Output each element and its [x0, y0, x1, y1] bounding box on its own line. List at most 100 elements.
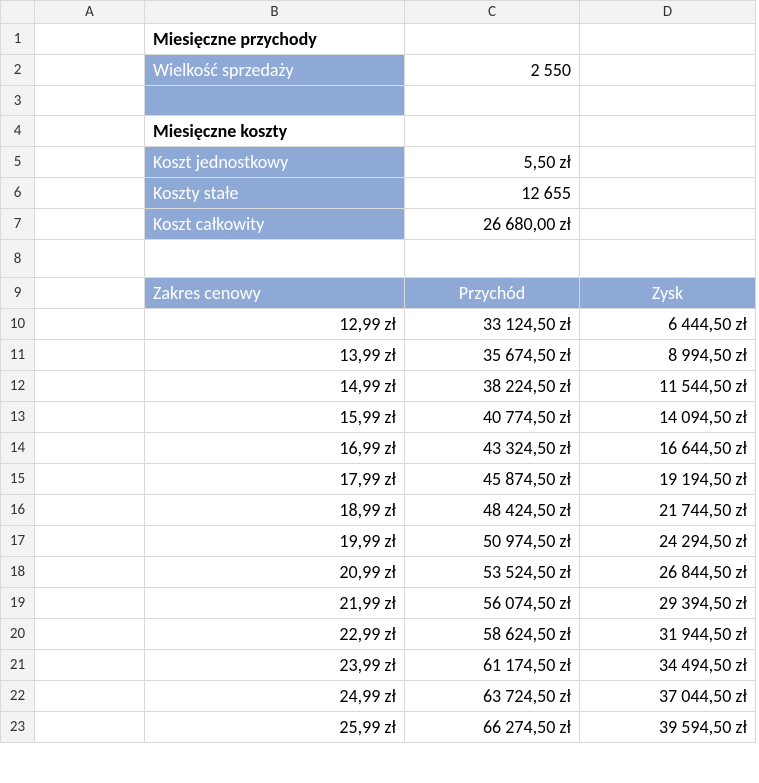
- cell-B2[interactable]: Wielkość sprzedaży: [145, 55, 405, 86]
- cell-D7[interactable]: [580, 209, 756, 240]
- cell-A12[interactable]: [35, 371, 145, 402]
- cell-B5[interactable]: Koszt jednostkowy: [145, 147, 405, 178]
- cell-A3[interactable]: [35, 86, 145, 116]
- cell-B21[interactable]: 23,99 zł: [145, 650, 405, 681]
- cell-C22[interactable]: 63 724,50 zł: [405, 681, 580, 712]
- row-header[interactable]: 15: [1, 464, 35, 495]
- cell-B7[interactable]: Koszt całkowity: [145, 209, 405, 240]
- row-header[interactable]: 3: [1, 86, 35, 116]
- cell-B17[interactable]: 19,99 zł: [145, 526, 405, 557]
- row-header[interactable]: 4: [1, 116, 35, 147]
- cell-C16[interactable]: 48 424,50 zł: [405, 495, 580, 526]
- cell-C1[interactable]: [405, 24, 580, 55]
- cell-D5[interactable]: [580, 147, 756, 178]
- cell-C18[interactable]: 53 524,50 zł: [405, 557, 580, 588]
- cell-D13[interactable]: 14 094,50 zł: [580, 402, 756, 433]
- cell-D15[interactable]: 19 194,50 zł: [580, 464, 756, 495]
- cell-B14[interactable]: 16,99 zł: [145, 433, 405, 464]
- cell-A23[interactable]: [35, 712, 145, 743]
- cell-A1[interactable]: [35, 24, 145, 55]
- cell-C13[interactable]: 40 774,50 zł: [405, 402, 580, 433]
- row-header[interactable]: 22: [1, 681, 35, 712]
- cell-B9[interactable]: Zakres cenowy: [145, 278, 405, 309]
- cell-C8[interactable]: [405, 240, 580, 278]
- cell-D14[interactable]: 16 644,50 zł: [580, 433, 756, 464]
- row-header[interactable]: 2: [1, 55, 35, 86]
- row-header[interactable]: 18: [1, 557, 35, 588]
- cell-C6[interactable]: 12 655: [405, 178, 580, 209]
- cell-C3[interactable]: [405, 86, 580, 116]
- cell-D9[interactable]: Zysk: [580, 278, 756, 309]
- cell-D6[interactable]: [580, 178, 756, 209]
- row-header[interactable]: 9: [1, 278, 35, 309]
- cell-C23[interactable]: 66 274,50 zł: [405, 712, 580, 743]
- row-header[interactable]: 23: [1, 712, 35, 743]
- row-header[interactable]: 16: [1, 495, 35, 526]
- cell-D12[interactable]: 11 544,50 zł: [580, 371, 756, 402]
- cell-A22[interactable]: [35, 681, 145, 712]
- cell-D8[interactable]: [580, 240, 756, 278]
- cell-D21[interactable]: 34 494,50 zł: [580, 650, 756, 681]
- row-header[interactable]: 5: [1, 147, 35, 178]
- cell-D10[interactable]: 6 444,50 zł: [580, 309, 756, 340]
- cell-B15[interactable]: 17,99 zł: [145, 464, 405, 495]
- cell-A16[interactable]: [35, 495, 145, 526]
- cell-B19[interactable]: 21,99 zł: [145, 588, 405, 619]
- row-header[interactable]: 1: [1, 24, 35, 55]
- cell-B1[interactable]: Miesięczne przychody: [145, 24, 405, 55]
- cell-A14[interactable]: [35, 433, 145, 464]
- cell-D2[interactable]: [580, 55, 756, 86]
- cell-C12[interactable]: 38 224,50 zł: [405, 371, 580, 402]
- cell-B16[interactable]: 18,99 zł: [145, 495, 405, 526]
- cell-C19[interactable]: 56 074,50 zł: [405, 588, 580, 619]
- row-header[interactable]: 12: [1, 371, 35, 402]
- cell-A15[interactable]: [35, 464, 145, 495]
- col-header-A[interactable]: A: [35, 1, 145, 24]
- row-header[interactable]: 20: [1, 619, 35, 650]
- cell-B8[interactable]: [145, 240, 405, 278]
- row-header[interactable]: 17: [1, 526, 35, 557]
- cell-B23[interactable]: 25,99 zł: [145, 712, 405, 743]
- cell-C9[interactable]: Przychód: [405, 278, 580, 309]
- col-header-C[interactable]: C: [405, 1, 580, 24]
- cell-D19[interactable]: 29 394,50 zł: [580, 588, 756, 619]
- cell-A6[interactable]: [35, 178, 145, 209]
- cell-D23[interactable]: 39 594,50 zł: [580, 712, 756, 743]
- cell-B11[interactable]: 13,99 zł: [145, 340, 405, 371]
- cell-C15[interactable]: 45 874,50 zł: [405, 464, 580, 495]
- col-header-D[interactable]: D: [580, 1, 756, 24]
- cell-D16[interactable]: 21 744,50 zł: [580, 495, 756, 526]
- cell-C7[interactable]: 26 680,00 zł: [405, 209, 580, 240]
- cell-D22[interactable]: 37 044,50 zł: [580, 681, 756, 712]
- cell-D1[interactable]: [580, 24, 756, 55]
- cell-D20[interactable]: 31 944,50 zł: [580, 619, 756, 650]
- cell-C14[interactable]: 43 324,50 zł: [405, 433, 580, 464]
- cell-A8[interactable]: [35, 240, 145, 278]
- cell-D17[interactable]: 24 294,50 zł: [580, 526, 756, 557]
- cell-A13[interactable]: [35, 402, 145, 433]
- cell-B13[interactable]: 15,99 zł: [145, 402, 405, 433]
- cell-C4[interactable]: [405, 116, 580, 147]
- row-header[interactable]: 7: [1, 209, 35, 240]
- cell-D3[interactable]: [580, 86, 756, 116]
- cell-B6[interactable]: Koszty stałe: [145, 178, 405, 209]
- row-header[interactable]: 21: [1, 650, 35, 681]
- cell-C2[interactable]: 2 550: [405, 55, 580, 86]
- cell-A19[interactable]: [35, 588, 145, 619]
- cell-C21[interactable]: 61 174,50 zł: [405, 650, 580, 681]
- cell-A20[interactable]: [35, 619, 145, 650]
- cell-D18[interactable]: 26 844,50 zł: [580, 557, 756, 588]
- row-header[interactable]: 8: [1, 240, 35, 278]
- spreadsheet[interactable]: A B C D 1 Miesięczne przychody 2 Wielkoś…: [0, 0, 756, 743]
- col-header-B[interactable]: B: [145, 1, 405, 24]
- cell-B22[interactable]: 24,99 zł: [145, 681, 405, 712]
- cell-A18[interactable]: [35, 557, 145, 588]
- cell-A9[interactable]: [35, 278, 145, 309]
- cell-C20[interactable]: 58 624,50 zł: [405, 619, 580, 650]
- cell-A4[interactable]: [35, 116, 145, 147]
- cell-B18[interactable]: 20,99 zł: [145, 557, 405, 588]
- row-header[interactable]: 14: [1, 433, 35, 464]
- cell-A10[interactable]: [35, 309, 145, 340]
- cell-B10[interactable]: 12,99 zł: [145, 309, 405, 340]
- cell-C5[interactable]: 5,50 zł: [405, 147, 580, 178]
